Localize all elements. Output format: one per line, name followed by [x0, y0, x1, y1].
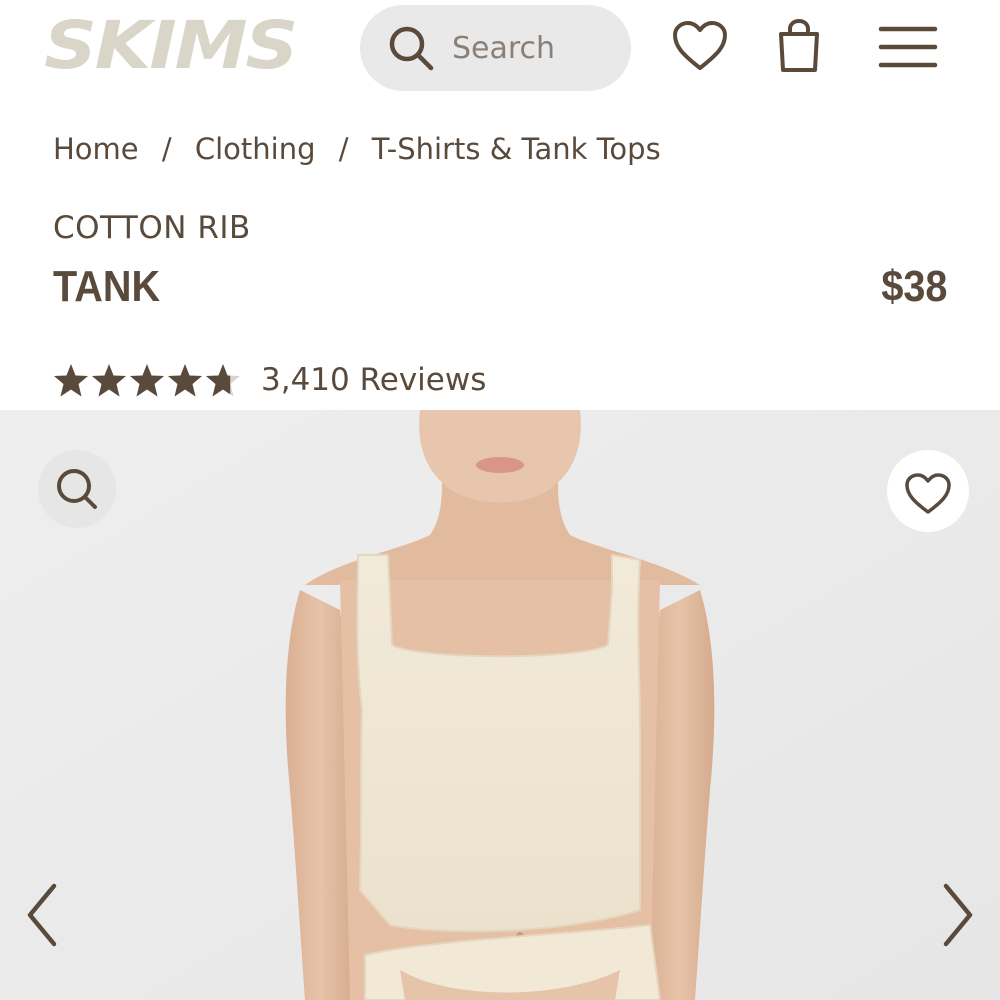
breadcrumb-tshirts-tank-tops[interactable]: T-Shirts & Tank Tops [372, 132, 661, 166]
zoom-button[interactable] [38, 450, 116, 528]
product-price: $38 [880, 262, 947, 311]
logo-text: SKIMS [44, 10, 296, 80]
zoom-icon [57, 469, 97, 509]
product-rating[interactable]: 3,410 Reviews [53, 358, 486, 402]
star-rating-icon [54, 364, 240, 397]
hamburger-menu-icon[interactable] [878, 24, 938, 70]
chevron-left-icon[interactable] [22, 880, 62, 950]
breadcrumb-separator: / [161, 132, 172, 166]
shopping-bag-icon[interactable] [776, 18, 822, 74]
search-bar[interactable] [360, 5, 631, 91]
heart-icon[interactable] [672, 20, 728, 72]
breadcrumb-clothing[interactable]: Clothing [195, 132, 316, 166]
search-icon [389, 26, 434, 71]
breadcrumb-home[interactable]: Home [53, 132, 139, 166]
skims-logo[interactable]: SKIMS [44, 10, 300, 80]
heart-icon [905, 473, 951, 514]
add-to-wishlist-button[interactable] [887, 450, 969, 532]
site-header: SKIMS [0, 0, 1000, 100]
breadcrumb: Home / Clothing / T-Shirts & Tank Tops [53, 132, 661, 172]
product-gallery[interactable] [0, 410, 1000, 1000]
search-input[interactable] [452, 27, 612, 69]
product-name: TANK [53, 262, 161, 311]
breadcrumb-separator: / [338, 132, 349, 166]
product-collection: COTTON RIB [53, 210, 251, 246]
reviews-link[interactable]: 3,410 Reviews [261, 362, 486, 398]
chevron-right-icon[interactable] [938, 880, 978, 950]
product-image [0, 410, 1000, 1000]
